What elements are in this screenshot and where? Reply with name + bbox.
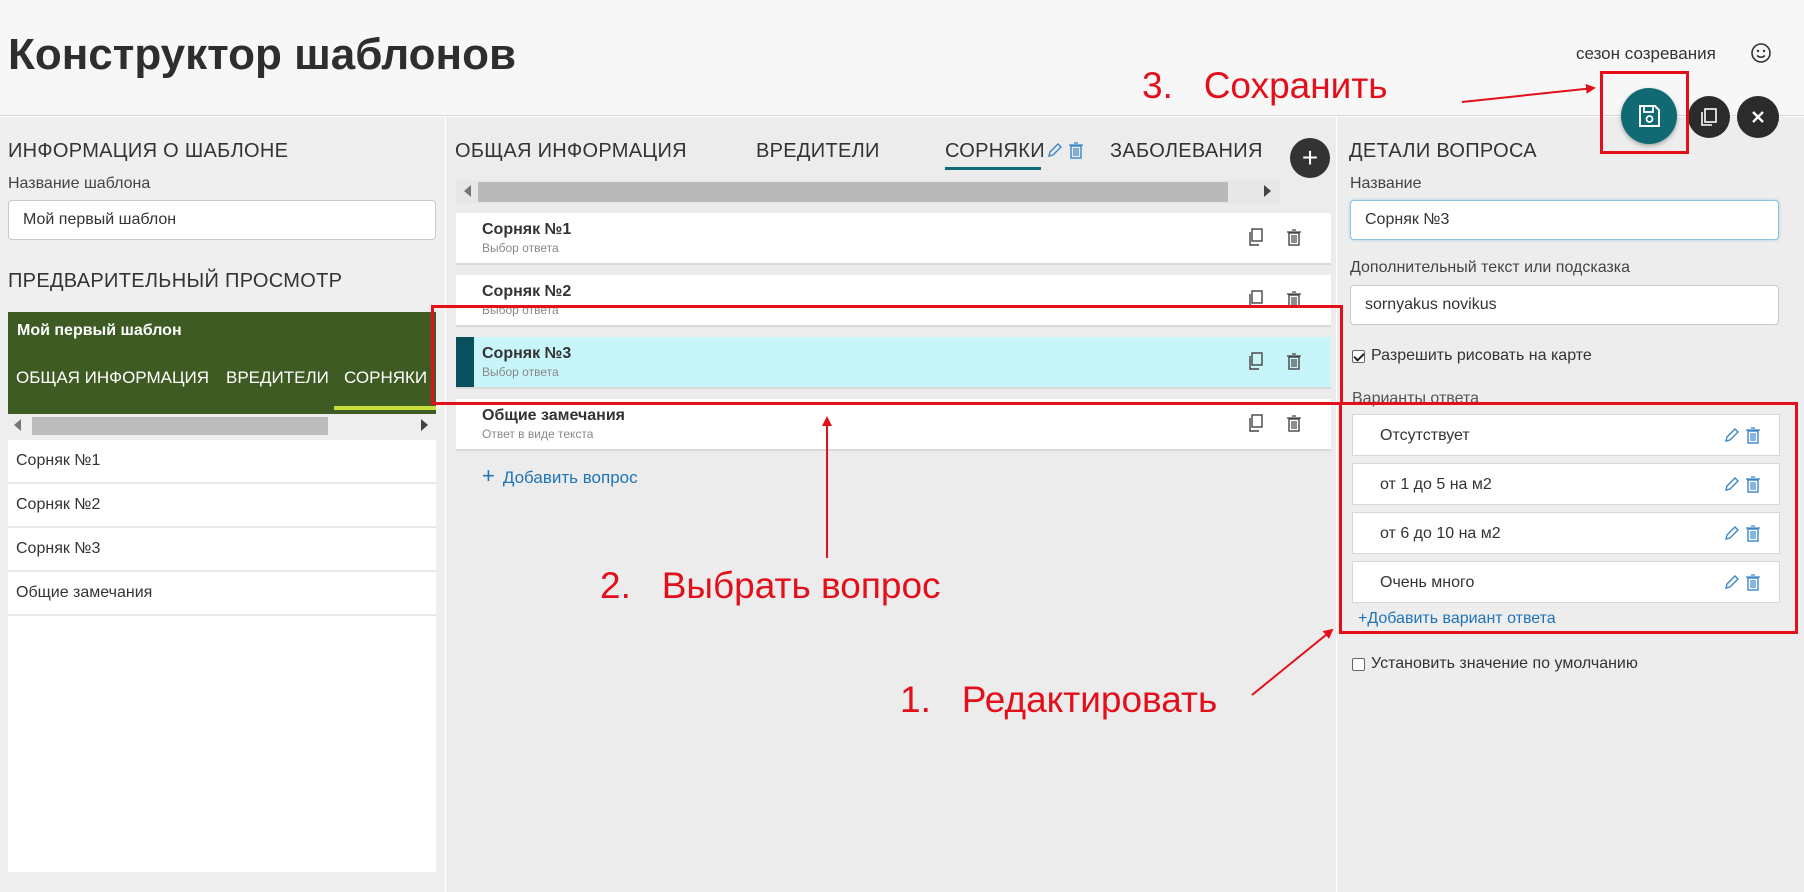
annotation-arrow-save [1461,83,1596,103]
app-root: Конструктор шаблонов сезон созревания ИН… [0,0,1804,892]
annotation-arrows [822,83,1596,696]
annotation-arrow-edit [1251,628,1334,696]
